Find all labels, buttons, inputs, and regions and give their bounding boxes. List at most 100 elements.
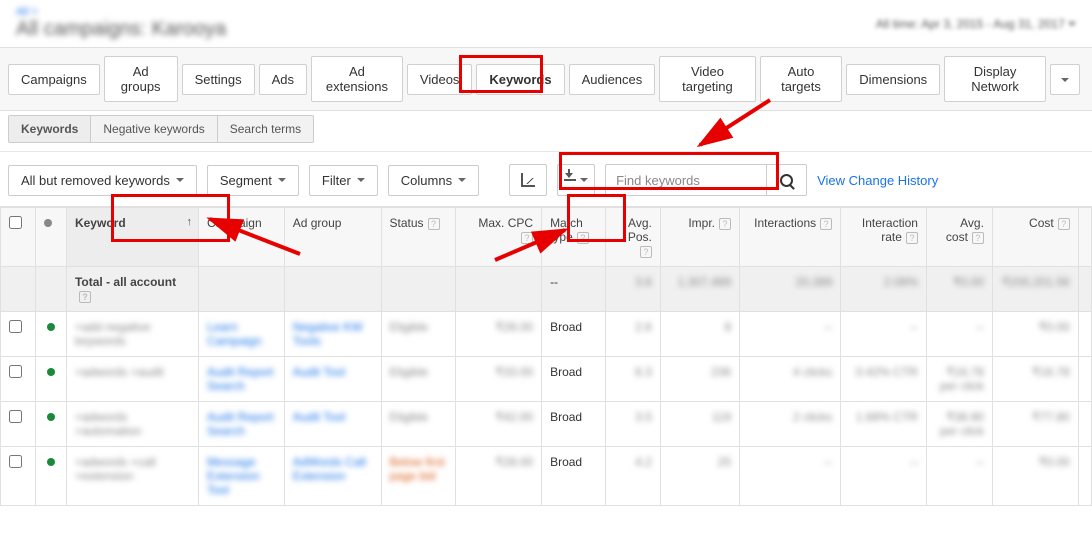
select-all-checkbox[interactable]: [9, 216, 22, 229]
cell-avgcost: --: [976, 455, 984, 469]
cell-adgroup[interactable]: Audit Tool: [293, 365, 345, 379]
total-avgcost: ₹0.00: [953, 275, 984, 289]
help-icon[interactable]: ?: [79, 291, 91, 303]
help-icon[interactable]: ?: [577, 232, 589, 244]
col-interactions[interactable]: Interactions?: [740, 208, 841, 267]
scope-filter-dropdown[interactable]: All but removed keywords: [8, 165, 197, 196]
col-avgpos[interactable]: Avg. Pos.?: [605, 208, 660, 267]
columns-dropdown[interactable]: Columns: [388, 165, 479, 196]
date-range-picker[interactable]: All time: Apr 3, 2015 - Aug 31, 2017: [876, 17, 1076, 31]
table-row: +add negative keywords Learn Campaign Nega…: [1, 312, 1092, 357]
chart-toggle-button[interactable]: [509, 164, 547, 196]
tab-display[interactable]: Display Network: [944, 56, 1046, 102]
col-impr[interactable]: Impr.?: [660, 208, 739, 267]
status-dot-icon: [47, 368, 55, 376]
tab-autotarg[interactable]: Auto targets: [760, 56, 843, 102]
download-button[interactable]: [557, 164, 595, 196]
view-change-history-link[interactable]: View Change History: [817, 173, 938, 188]
col-adgroup[interactable]: Ad group: [284, 208, 381, 267]
row-checkbox[interactable]: [9, 365, 22, 378]
help-icon[interactable]: ?: [521, 232, 533, 244]
table-body: Total - all account? -- 3.6 1,307,489 20…: [1, 267, 1092, 506]
status-dot-icon: [47, 323, 55, 331]
tab-ads[interactable]: Ads: [259, 64, 307, 95]
cell-rate: 1.68% CTR: [856, 410, 918, 424]
row-checkbox[interactable]: [9, 320, 22, 333]
chevron-down-icon: [580, 178, 588, 182]
breadcrumb[interactable]: All >: [16, 6, 226, 18]
search-input[interactable]: [606, 165, 766, 195]
total-label: Total - all account?: [66, 267, 198, 312]
help-icon[interactable]: ?: [820, 218, 832, 230]
segment-dropdown[interactable]: Segment: [207, 165, 299, 196]
chevron-down-icon: [176, 178, 184, 182]
search-icon: [780, 174, 793, 187]
help-icon[interactable]: ?: [428, 218, 440, 230]
cell-matchtype: Broad: [542, 357, 606, 402]
cell-impr: 119: [712, 410, 731, 424]
total-rate: 2.08%: [884, 275, 918, 289]
cell-adgroup[interactable]: Negative KW Tools: [293, 320, 363, 348]
cell-impr: 236: [711, 365, 731, 379]
col-more: [1078, 208, 1091, 267]
cell-keyword[interactable]: +adwords +call +extension: [75, 455, 156, 483]
col-status[interactable]: Status?: [381, 208, 456, 267]
tab-dimensions[interactable]: Dimensions: [846, 64, 940, 95]
help-icon[interactable]: ?: [906, 232, 918, 244]
cell-campaign[interactable]: Message Extension Tool: [207, 455, 260, 497]
cell-matchtype: Broad: [542, 402, 606, 447]
header-status-dot[interactable]: [36, 208, 67, 267]
cell-impr: 25: [718, 455, 731, 469]
cell-campaign[interactable]: Audit Report Search: [207, 365, 274, 393]
help-icon[interactable]: ?: [1058, 218, 1070, 230]
tab-adgroups[interactable]: Ad groups: [104, 56, 178, 102]
cell-cpc: ₹33.00: [495, 365, 533, 379]
col-matchtype[interactable]: Match type?: [542, 208, 606, 267]
main-tabs: CampaignsAd groupsSettingsAdsAd extensio…: [0, 47, 1092, 111]
breadcrumb-area: All > All campaigns: Karooya: [16, 6, 226, 41]
search-button[interactable]: [766, 165, 806, 195]
total-row: Total - all account? -- 3.6 1,307,489 20…: [1, 267, 1092, 312]
cell-cost: ₹77.80: [1032, 410, 1070, 424]
cell-pos: 4.2: [635, 455, 652, 469]
row-checkbox[interactable]: [9, 410, 22, 423]
cell-cpc: ₹28.00: [495, 320, 533, 334]
help-icon[interactable]: ?: [640, 246, 652, 258]
tab-settings[interactable]: Settings: [182, 64, 255, 95]
row-checkbox[interactable]: [9, 455, 22, 468]
subtab-search-terms[interactable]: Search terms: [218, 115, 314, 143]
sub-tabs-row: KeywordsNegative keywordsSearch terms: [0, 111, 1092, 152]
cell-keyword[interactable]: +adwords +automation: [75, 410, 141, 438]
col-avgcost[interactable]: Avg. cost?: [926, 208, 992, 267]
help-icon[interactable]: ?: [719, 218, 731, 230]
tab-audiences[interactable]: Audiences: [569, 64, 656, 95]
col-keyword[interactable]: Keyword↑: [66, 208, 198, 267]
search-box: [605, 164, 807, 196]
cell-rate: 0.42% CTR: [856, 365, 918, 379]
subtab-keywords[interactable]: Keywords: [8, 115, 91, 143]
tab-videotarg[interactable]: Video targeting: [659, 56, 755, 102]
cell-keyword[interactable]: +add negative keywords: [75, 320, 151, 348]
cell-adgroup[interactable]: Audit Tool: [293, 410, 345, 424]
subtab-negative-keywords[interactable]: Negative keywords: [91, 115, 217, 143]
tab-videos[interactable]: Videos: [407, 64, 473, 95]
tab-adext[interactable]: Ad extensions: [311, 56, 403, 102]
col-maxcpc[interactable]: Max. CPC?: [456, 208, 542, 267]
cell-adgroup[interactable]: AdWords Call Extension: [293, 455, 366, 483]
tab-keywords[interactable]: Keywords: [476, 64, 564, 95]
cell-cpc: ₹42.00: [495, 410, 533, 424]
help-icon[interactable]: ?: [972, 232, 984, 244]
col-campaign[interactable]: Campaign: [198, 208, 284, 267]
cell-campaign[interactable]: Learn Campaign: [207, 320, 262, 348]
chevron-down-icon: [357, 178, 365, 182]
tab-more[interactable]: [1050, 64, 1080, 95]
chevron-down-icon: [458, 178, 466, 182]
cell-keyword[interactable]: +adwords +audit: [75, 365, 164, 379]
col-interactionrate[interactable]: Interaction rate?: [841, 208, 927, 267]
filter-dropdown[interactable]: Filter: [309, 165, 378, 196]
tab-campaigns[interactable]: Campaigns: [8, 64, 100, 95]
cell-status: Eligible: [390, 365, 429, 379]
col-cost[interactable]: Cost?: [992, 208, 1078, 267]
chart-icon: [521, 173, 535, 187]
cell-campaign[interactable]: Audit Report Search: [207, 410, 274, 438]
